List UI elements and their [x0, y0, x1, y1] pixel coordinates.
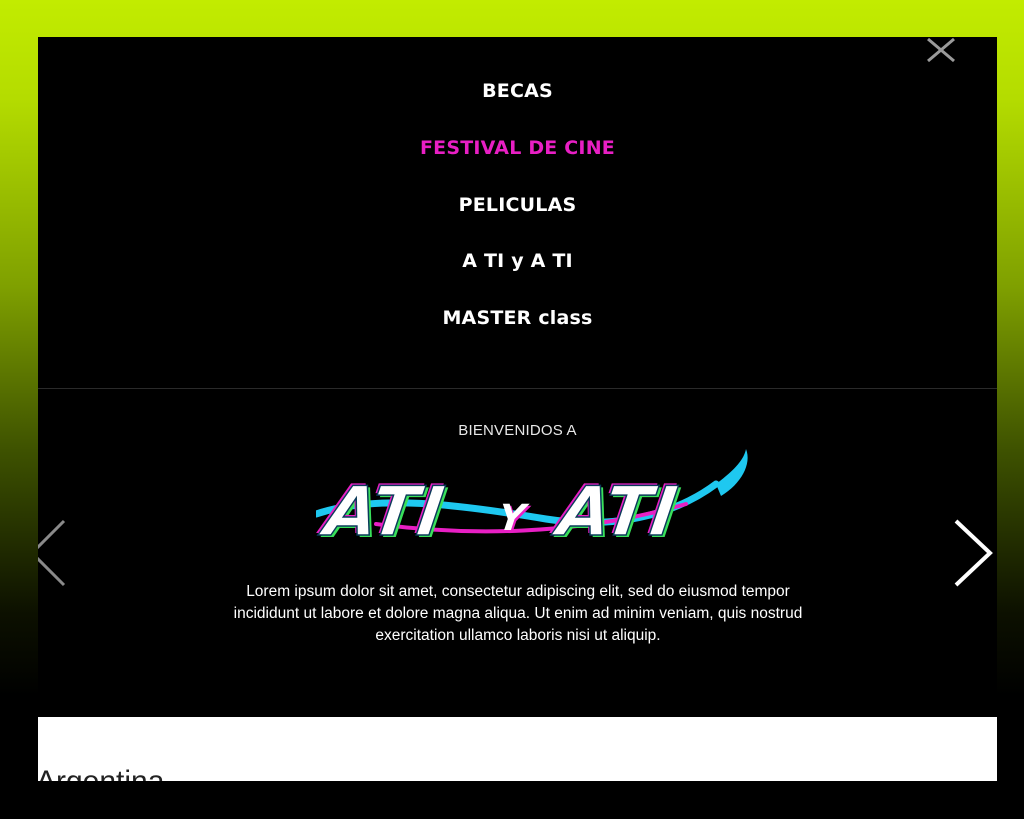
country-heading: Argentina [38, 765, 164, 781]
menu-item-becas[interactable]: BECAS [38, 80, 997, 102]
hero-description: Lorem ipsum dolor sit amet, consectetur … [233, 582, 803, 644]
slider-prev-button[interactable] [38, 517, 68, 589]
svg-text:ATI: ATI [548, 473, 682, 552]
hero-slider: BIENVENIDOS A ATI ATI ATI Y Y ATI ATI AT… [38, 389, 997, 717]
content-panel: Argentina [38, 717, 997, 781]
menu-item-peliculas[interactable]: PELICULAS [38, 194, 997, 216]
chevron-left-icon [38, 519, 66, 587]
menu-item-festival-de-cine[interactable]: FESTIVAL DE CINE [38, 137, 997, 159]
menu-overlay: BECAS FESTIVAL DE CINE PELICULAS A TI y … [38, 37, 997, 781]
slider-next-button[interactable] [950, 517, 994, 589]
brand-logo: ATI ATI ATI Y Y ATI ATI ATI [316, 444, 756, 554]
welcome-heading: BIENVENIDOS A [458, 422, 577, 439]
svg-text:ATI: ATI [316, 473, 449, 552]
main-menu: BECAS FESTIVAL DE CINE PELICULAS A TI y … [38, 37, 997, 389]
chevron-right-icon [954, 519, 993, 587]
menu-item-a-ti-y-a-ti[interactable]: A TI y A TI [38, 250, 997, 272]
menu-item-master-class[interactable]: MASTER class [38, 307, 997, 329]
